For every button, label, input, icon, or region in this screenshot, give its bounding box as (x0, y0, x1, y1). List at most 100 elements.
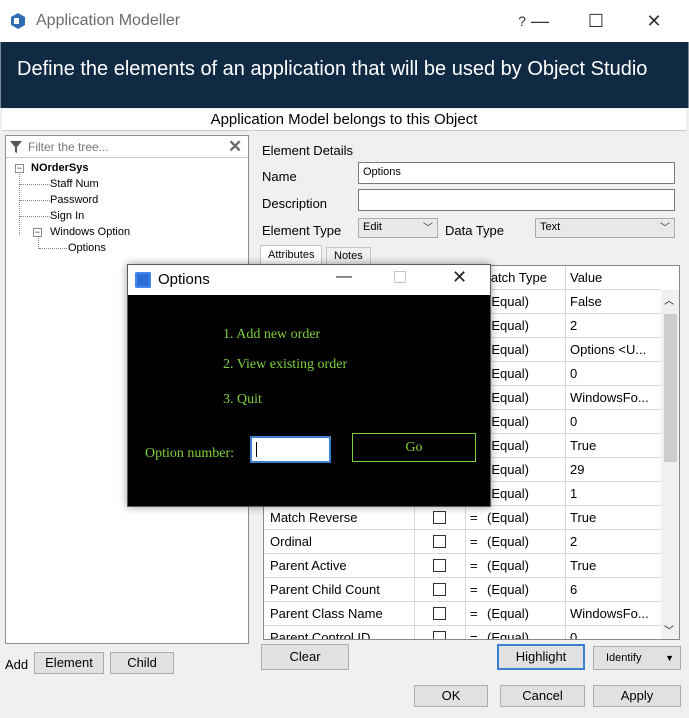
option-number-input[interactable] (250, 436, 331, 463)
match-type[interactable]: (Equal) (487, 314, 563, 338)
description-label: Description (262, 196, 328, 211)
cancel-button[interactable]: Cancel (500, 685, 585, 707)
attribute-name: Match Reverse (270, 510, 358, 525)
identify-label: Identify (606, 652, 642, 664)
attribute-value[interactable]: Options <U... (570, 338, 660, 362)
equals-sign: = (470, 510, 478, 525)
attribute-value[interactable]: 2 (570, 314, 660, 338)
match-type[interactable]: (Equal) (487, 386, 563, 410)
data-type-value: Text (540, 221, 561, 233)
match-type[interactable]: (Equal) (487, 434, 563, 458)
ok-button[interactable]: OK (414, 685, 488, 707)
table-row[interactable]: Parent Class Name = (Equal) WindowsFo... (264, 602, 661, 626)
table-row[interactable]: Ordinal = (Equal) 2 (264, 530, 661, 554)
attribute-value[interactable]: WindowsFo... (570, 602, 660, 626)
attribute-value[interactable]: 0 (570, 626, 660, 639)
options-minimize-button[interactable]: — (336, 268, 352, 286)
match-checkbox-cell[interactable] (416, 530, 464, 554)
go-button[interactable]: Go (352, 433, 476, 462)
clear-filter-icon[interactable]: ✕ (228, 137, 242, 157)
attribute-value[interactable]: True (570, 434, 660, 458)
attribute-value[interactable]: 29 (570, 458, 660, 482)
highlight-button[interactable]: Highlight (497, 644, 585, 670)
tree-node-options[interactable]: Options (68, 240, 106, 256)
match-checkbox[interactable] (433, 535, 446, 548)
attribute-value[interactable]: WindowsFo... (570, 386, 660, 410)
scrollbar-thumb[interactable] (664, 314, 677, 462)
match-checkbox[interactable] (433, 511, 446, 524)
table-row[interactable]: Match Reverse = (Equal) True (264, 506, 661, 530)
window-title-bar: Application Modeller ? — ☐ ✕ (0, 0, 689, 42)
apply-button[interactable]: Apply (593, 685, 681, 707)
match-type-header[interactable]: Match Type (480, 266, 564, 290)
match-type[interactable]: (Equal) (487, 506, 563, 530)
match-checkbox-cell[interactable] (416, 602, 464, 626)
value-header[interactable]: Value (570, 266, 660, 290)
match-type[interactable]: (Equal) (487, 362, 563, 386)
tree-node-sign-in[interactable]: Sign In (50, 208, 84, 224)
name-label: Name (262, 169, 297, 184)
add-child-button[interactable]: Child (110, 652, 174, 674)
match-type[interactable]: (Equal) (487, 530, 563, 554)
tree-node-norderys[interactable]: NOrderSys (31, 160, 88, 176)
tree-node-staff-num[interactable]: Staff Num (50, 176, 99, 192)
attribute-value[interactable]: 2 (570, 530, 660, 554)
data-type-label: Data Type (445, 223, 505, 238)
attribute-value[interactable]: 1 (570, 482, 660, 506)
match-checkbox[interactable] (433, 607, 446, 620)
clear-button[interactable]: Clear (261, 644, 349, 670)
table-row[interactable]: Parent Control ID = (Equal) 0 (264, 626, 661, 640)
name-input[interactable]: Options (358, 162, 675, 184)
chevron-down-icon: ﹀ (660, 223, 670, 234)
table-row[interactable]: Parent Child Count = (Equal) 6 (264, 578, 661, 602)
match-type[interactable]: (Equal) (487, 482, 563, 506)
match-checkbox[interactable] (433, 583, 446, 596)
identify-dropdown[interactable]: Identify ▼ (593, 646, 681, 670)
equals-sign: = (470, 534, 478, 549)
dropdown-arrow-icon: ▼ (665, 653, 674, 663)
description-input[interactable] (358, 189, 675, 211)
match-type[interactable]: (Equal) (487, 338, 563, 362)
scroll-down-icon[interactable]: ﹀ (664, 622, 674, 637)
table-row[interactable]: Parent Active = (Equal) True (264, 554, 661, 578)
data-type-select[interactable]: Text ﹀ (535, 218, 675, 238)
match-checkbox[interactable] (433, 631, 446, 639)
minimize-button[interactable]: — (526, 8, 554, 34)
add-element-button[interactable]: Element (34, 652, 104, 674)
attribute-value[interactable]: True (570, 506, 660, 530)
filter-icon (10, 141, 22, 153)
close-button[interactable]: ✕ (640, 8, 668, 34)
match-type[interactable]: (Equal) (487, 554, 563, 578)
attribute-value[interactable]: 0 (570, 410, 660, 434)
attribute-value[interactable]: False (570, 290, 660, 314)
tree-node-password[interactable]: Password (50, 192, 98, 208)
filter-input[interactable] (28, 138, 226, 155)
match-checkbox-cell[interactable] (416, 506, 464, 530)
tree-node-windows-option[interactable]: Windows Option (50, 224, 130, 240)
element-type-select[interactable]: Edit ﹀ (358, 218, 438, 238)
collapse-icon[interactable]: − (33, 228, 42, 237)
attribute-value[interactable]: True (570, 554, 660, 578)
attribute-value[interactable]: 6 (570, 578, 660, 602)
menu-item-add-order: 1. Add new order (223, 327, 321, 342)
options-close-button[interactable]: ✕ (452, 267, 467, 288)
tab-notes[interactable]: Notes (326, 247, 371, 265)
match-type[interactable]: (Equal) (487, 626, 563, 639)
vertical-scrollbar[interactable]: ︿ ﹀ (661, 290, 679, 639)
match-type[interactable]: (Equal) (487, 410, 563, 434)
match-type[interactable]: (Equal) (487, 458, 563, 482)
match-type[interactable]: (Equal) (487, 578, 563, 602)
match-checkbox[interactable] (433, 559, 446, 572)
equals-sign: = (470, 630, 478, 640)
tab-attributes[interactable]: Attributes (260, 245, 323, 265)
match-checkbox-cell[interactable] (416, 554, 464, 578)
match-checkbox-cell[interactable] (416, 578, 464, 602)
attribute-value[interactable]: 0 (570, 362, 660, 386)
match-type[interactable]: (Equal) (487, 602, 563, 626)
maximize-button[interactable]: ☐ (582, 8, 610, 34)
scroll-up-icon[interactable]: ︿ (664, 292, 674, 307)
collapse-icon[interactable]: − (15, 164, 24, 173)
match-type[interactable]: (Equal) (487, 290, 563, 314)
match-checkbox-cell[interactable] (416, 626, 464, 639)
tree-line (20, 184, 50, 185)
